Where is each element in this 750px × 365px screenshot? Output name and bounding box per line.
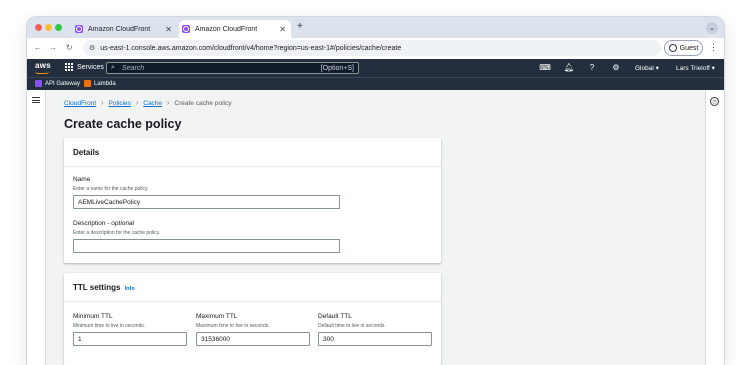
breadcrumb-cache[interactable]: Cache: [143, 100, 162, 107]
details-heading: Details: [73, 148, 100, 157]
description-label: Description - optional: [73, 220, 134, 227]
cloudfront-favicon-icon: [182, 25, 190, 33]
aws-smile-icon: [35, 71, 49, 74]
address-bar-row: ← → ↻ ⚙ us-east-1.console.aws.amazon.com…: [27, 38, 724, 59]
default-ttl-description: Default time to live in seconds.: [318, 323, 386, 329]
console-content: ◷ CloudFront › Policies › Cache › Create…: [27, 90, 724, 365]
services-menu-button[interactable]: Services: [65, 63, 104, 71]
breadcrumb: CloudFront › Policies › Cache › Create c…: [64, 100, 231, 107]
favorite-api-gateway[interactable]: API Gateway: [35, 80, 80, 87]
description-input[interactable]: [73, 239, 340, 253]
aws-top-nav: aws Services ⌕ Search [Option+S] ⌨ 🔔︎ ? …: [27, 59, 724, 77]
browser-tab-1[interactable]: Amazon CloudFront ✕: [72, 20, 177, 38]
aws-logo-text: aws: [35, 61, 52, 70]
breadcrumb-cloudfront[interactable]: CloudFront: [64, 100, 96, 107]
console-search-input[interactable]: ⌕ Search [Option+S]: [106, 62, 359, 74]
favorites-bar: API Gateway Lambda: [27, 77, 724, 90]
ttl-panel-header: TTL settings Info: [64, 273, 441, 302]
chevron-right-icon: ›: [101, 100, 104, 107]
browser-tab-2[interactable]: Amazon CloudFront ✕: [179, 20, 291, 38]
description-help: Enter a description for the cache policy…: [73, 230, 161, 236]
name-input[interactable]: [73, 195, 340, 209]
url-text: us-east-1.console.aws.amazon.com/cloudfr…: [100, 44, 402, 52]
browser-menu-icon[interactable]: ⋮: [709, 42, 718, 53]
search-shortcut: [Option+S]: [320, 64, 354, 72]
favorite-lambda[interactable]: Lambda: [84, 80, 116, 87]
description-label-text: Description: [73, 220, 106, 227]
max-ttl-description: Maximum time to live in seconds.: [196, 323, 270, 329]
min-ttl-label: Minimum TTL: [73, 313, 113, 320]
forward-icon[interactable]: →: [49, 43, 57, 52]
aws-logo[interactable]: aws: [35, 61, 52, 74]
favorite-label: API Gateway: [45, 80, 81, 87]
name-label: Name: [73, 176, 91, 183]
profile-icon: [668, 44, 677, 52]
tools-panel-icon[interactable]: ◷: [710, 97, 719, 106]
tab-strip: Amazon CloudFront ✕ Amazon CloudFront ✕ …: [27, 17, 724, 38]
help-icon[interactable]: ?: [587, 62, 597, 72]
notifications-bell-icon[interactable]: 🔔︎: [564, 62, 574, 72]
tools-rail: ◷: [705, 90, 724, 365]
chevron-right-icon: ›: [167, 100, 170, 107]
profile-label: Guest: [679, 44, 699, 52]
cloudshell-icon[interactable]: ⌨: [539, 62, 551, 72]
lambda-icon: [84, 80, 91, 87]
settings-gear-icon[interactable]: ⚙: [611, 62, 621, 72]
close-window-button[interactable]: [35, 24, 42, 31]
favorite-label: Lambda: [94, 80, 116, 87]
browser-window: Amazon CloudFront ✕ Amazon CloudFront ✕ …: [27, 17, 724, 365]
tab-title: Amazon CloudFront: [195, 25, 258, 33]
search-icon: ⌕: [111, 64, 115, 71]
menu-hamburger-icon[interactable]: [32, 97, 40, 103]
region-selector[interactable]: Global ▾: [635, 64, 659, 72]
name-description: Enter a name for the cache policy.: [73, 186, 149, 192]
cloudfront-favicon-icon: [75, 25, 83, 33]
optional-tag: - optional: [105, 220, 135, 227]
back-icon[interactable]: ←: [34, 43, 42, 52]
close-tab-icon[interactable]: ✕: [279, 25, 286, 34]
breadcrumb-policies[interactable]: Policies: [109, 100, 131, 107]
min-ttl-input[interactable]: [73, 332, 187, 346]
max-ttl-input[interactable]: [196, 332, 310, 346]
default-ttl-label: Default TTL: [318, 313, 352, 320]
info-link[interactable]: Info: [125, 286, 135, 292]
api-gateway-icon: [35, 80, 42, 87]
page-title: Create cache policy: [64, 117, 182, 131]
close-tab-icon[interactable]: ✕: [165, 25, 172, 34]
search-placeholder: Search: [122, 64, 145, 72]
side-navigation-rail: [27, 90, 46, 365]
tab-search-icon[interactable]: ⌄: [706, 22, 718, 34]
breadcrumb-current: Create cache policy: [174, 100, 232, 107]
min-ttl-description: Minimum time to live in seconds.: [73, 323, 146, 329]
tab-title: Amazon CloudFront: [88, 25, 151, 33]
grid-icon: [65, 63, 73, 71]
default-ttl-input[interactable]: [318, 332, 432, 346]
reload-icon[interactable]: ↻: [66, 43, 73, 52]
url-field[interactable]: ⚙ us-east-1.console.aws.amazon.com/cloud…: [83, 40, 661, 56]
chevron-right-icon: ›: [135, 100, 139, 107]
max-ttl-label: Maximum TTL: [196, 313, 238, 320]
new-tab-button[interactable]: +: [297, 21, 303, 32]
details-panel: Details Name Enter a name for the cache …: [64, 138, 441, 263]
services-label: Services: [77, 63, 104, 71]
site-settings-icon[interactable]: ⚙: [89, 44, 95, 52]
ttl-heading-text: TTL settings: [73, 283, 121, 292]
minimize-window-button[interactable]: [45, 24, 52, 31]
details-panel-header: Details: [64, 138, 441, 167]
maximize-window-button[interactable]: [55, 24, 62, 31]
account-menu[interactable]: Lars Trieloff ▾: [676, 64, 715, 72]
ttl-settings-panel: TTL settings Info Minimum TTL Minimum ti…: [64, 273, 441, 365]
profile-button[interactable]: Guest: [664, 40, 703, 56]
ttl-heading: TTL settings Info: [73, 283, 135, 292]
